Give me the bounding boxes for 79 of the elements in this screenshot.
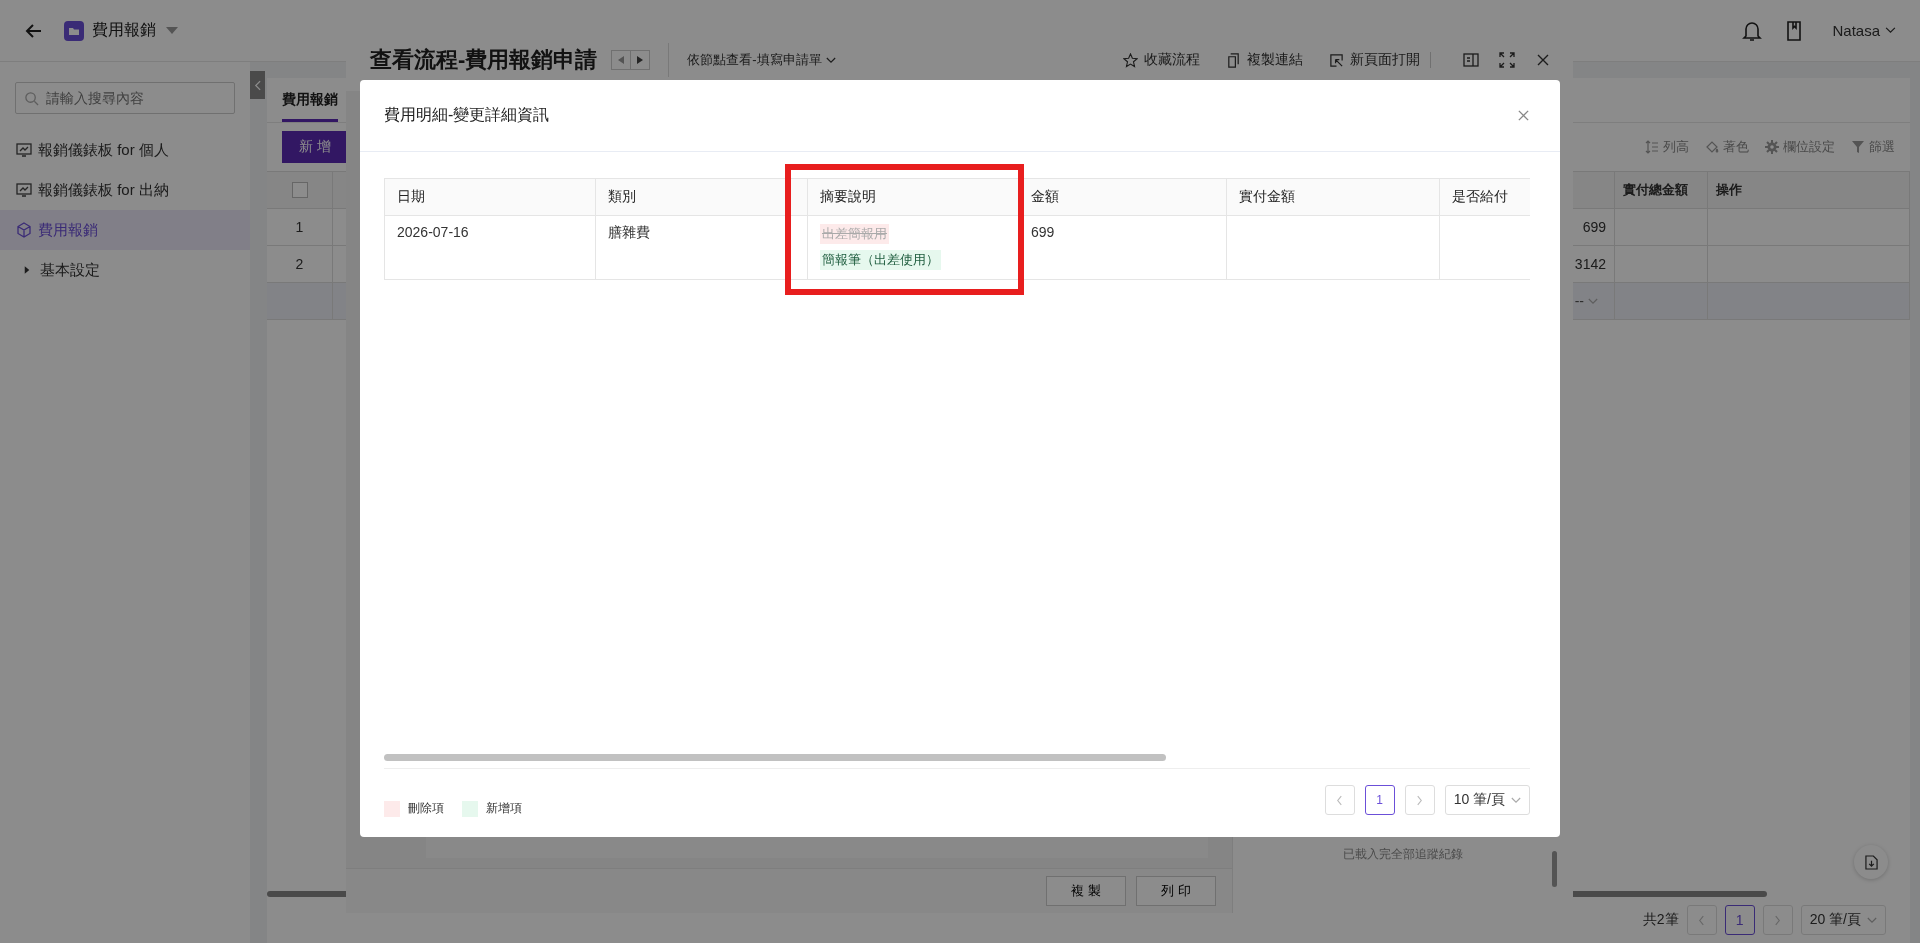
gear-icon bbox=[1765, 140, 1779, 154]
chevron-left-icon bbox=[1336, 794, 1344, 806]
trace-status: 已載入完全部追蹤紀錄 bbox=[1343, 846, 1463, 863]
checkbox[interactable] bbox=[291, 182, 308, 198]
search-field[interactable]: 請輸入搜尋內容 bbox=[15, 82, 235, 114]
total-count: 共2筆 bbox=[1642, 911, 1679, 929]
toolbar-button[interactable]: 欄位設定 bbox=[1765, 138, 1835, 156]
collapse-tab[interactable] bbox=[250, 71, 265, 99]
chart-monitor-icon bbox=[16, 142, 32, 158]
page-button[interactable]: 1 bbox=[1364, 785, 1395, 815]
add-button[interactable]: 新 增 bbox=[282, 131, 348, 163]
horizontal-scrollbar[interactable] bbox=[384, 754, 1166, 761]
row-number: 1 bbox=[267, 209, 333, 245]
expand-triangle-icon[interactable] bbox=[24, 266, 30, 274]
sidebar-item[interactable]: 報銷儀錶板 for 個人 bbox=[0, 130, 250, 170]
column-header: 摘要說明 bbox=[807, 178, 1019, 216]
folder-icon bbox=[64, 20, 84, 41]
node-select[interactable]: 依節點查看-填寫申請單 bbox=[687, 51, 836, 69]
cube-icon bbox=[16, 222, 32, 238]
legend-label: 刪除項 bbox=[408, 800, 444, 817]
chevron-right-icon bbox=[1774, 914, 1782, 926]
close-icon[interactable] bbox=[1517, 109, 1530, 122]
chevron-down-icon[interactable] bbox=[1885, 27, 1896, 34]
app-title: 費用報銷 bbox=[92, 20, 156, 40]
sidebar-group-label: 基本設定 bbox=[40, 260, 100, 280]
chevron-down-icon bbox=[1511, 796, 1521, 804]
header-action[interactable]: 新頁面打開 bbox=[1329, 51, 1420, 69]
sidebar-item[interactable]: 報銷儀錶板 for 出納 bbox=[0, 170, 250, 210]
filter-icon bbox=[1851, 140, 1865, 154]
table-cell: 膳雜費 bbox=[595, 215, 808, 280]
footer-button[interactable]: 複 製 bbox=[1046, 876, 1126, 906]
fullscreen-icon[interactable] bbox=[1499, 52, 1515, 68]
chevron-left-icon bbox=[254, 79, 261, 91]
chevron-left-icon bbox=[1698, 914, 1706, 926]
legend-label: 新增項 bbox=[486, 800, 522, 817]
chevron-down-icon bbox=[1588, 297, 1598, 305]
sidebar-item[interactable]: 費用報銷 bbox=[0, 210, 250, 250]
column-header: 實付金額 bbox=[1226, 178, 1440, 216]
sidebar-group[interactable]: 基本設定 bbox=[0, 250, 250, 290]
bell-icon[interactable] bbox=[1742, 19, 1763, 42]
row-height-icon bbox=[1645, 140, 1659, 154]
tab[interactable]: 費用報銷 bbox=[282, 91, 338, 122]
user-menu[interactable]: Natasa bbox=[1832, 22, 1880, 39]
deleted-text: 出差簡報用 bbox=[820, 224, 889, 244]
page-size-select[interactable]: 20 筆/頁 bbox=[1800, 905, 1886, 935]
paint-bucket-icon bbox=[1705, 140, 1719, 154]
caret-icon[interactable] bbox=[166, 26, 178, 35]
column-header: 類別 bbox=[595, 178, 808, 216]
chart-monitor-icon bbox=[16, 182, 32, 198]
toolbar-button[interactable]: 列高 bbox=[1645, 138, 1689, 156]
triangle-left-icon bbox=[618, 56, 625, 64]
chevron-right-icon bbox=[1416, 794, 1424, 806]
column-header: 操作 bbox=[1708, 172, 1910, 208]
dialog-title: 費用明細-變更詳細資訊 bbox=[384, 105, 551, 125]
toolbar-button[interactable]: 著色 bbox=[1705, 138, 1749, 156]
close-icon[interactable] bbox=[1535, 52, 1551, 68]
chevron-down-icon bbox=[825, 56, 836, 64]
summary-select[interactable]: -- bbox=[1574, 293, 1598, 309]
header-action[interactable]: 收藏流程 bbox=[1123, 51, 1200, 69]
column-header: 日期 bbox=[384, 178, 596, 216]
copy-icon bbox=[1226, 52, 1241, 68]
triangle-right-icon bbox=[637, 56, 644, 64]
vertical-scrollbar[interactable] bbox=[1552, 851, 1557, 887]
header-action[interactable]: 複製連結 bbox=[1226, 51, 1303, 69]
open-window-icon bbox=[1329, 52, 1344, 68]
row-number: 2 bbox=[267, 246, 333, 282]
toolbar-button[interactable]: 篩選 bbox=[1851, 138, 1895, 156]
window-title: 查看流程-費用報銷申請 bbox=[370, 46, 598, 74]
table-cell: 2026-07-16 bbox=[384, 215, 596, 280]
page-size-select[interactable]: 10 筆/頁 bbox=[1444, 785, 1530, 815]
document-icon bbox=[1864, 854, 1878, 870]
page-button[interactable]: 1 bbox=[1724, 905, 1755, 935]
column-header: 是否給付 bbox=[1439, 178, 1530, 216]
chevron-down-icon bbox=[1867, 916, 1877, 924]
side-panel-icon[interactable] bbox=[1463, 52, 1479, 68]
column-header: 實付總金額 bbox=[1615, 172, 1708, 208]
star-icon bbox=[1123, 52, 1138, 68]
footer-button[interactable]: 列 印 bbox=[1136, 876, 1216, 906]
added-text: 簡報筆（出差使用） bbox=[820, 250, 941, 270]
